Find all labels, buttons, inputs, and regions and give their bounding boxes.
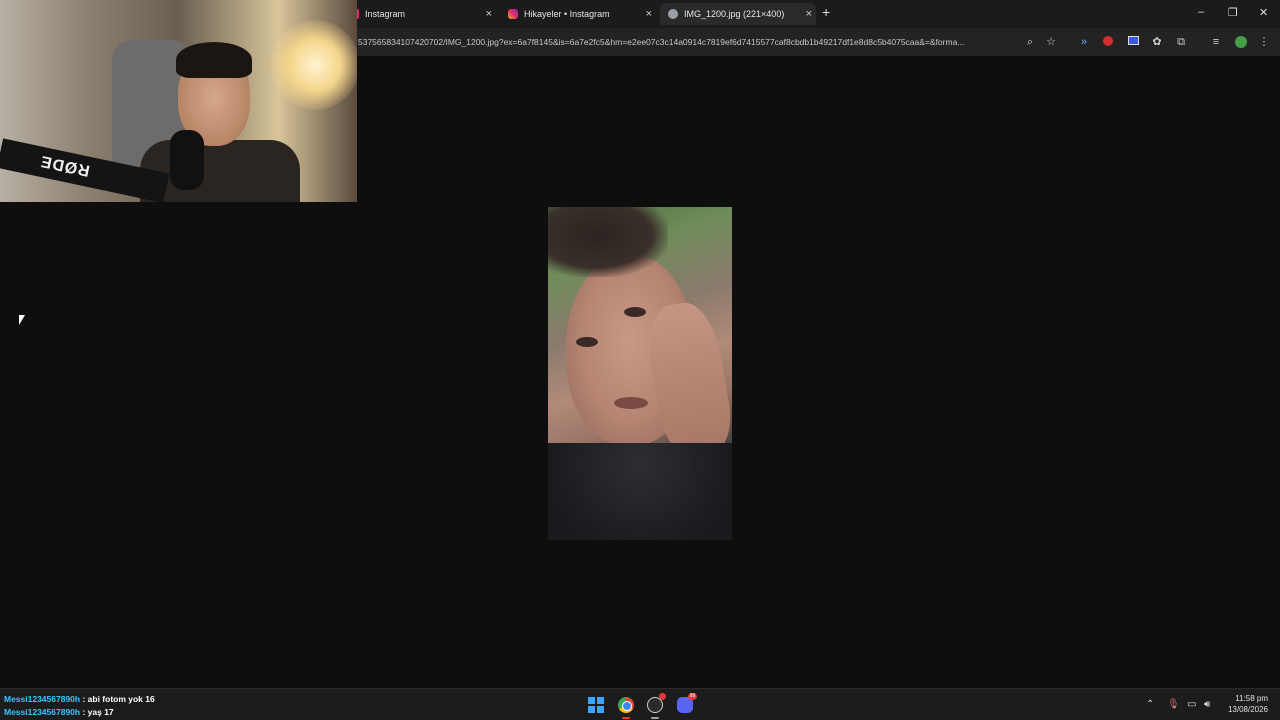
media-icon[interactable]: ≡: [1210, 36, 1222, 48]
chat-text: yaş 17: [87, 707, 114, 717]
chrome-icon[interactable]: [618, 697, 634, 713]
close-tab-icon[interactable]: ×: [646, 7, 652, 21]
globe-icon: [668, 9, 678, 19]
menu-icon[interactable]: ⋮: [1258, 36, 1270, 48]
tab-label: IMG_1200.jpg (221×400): [684, 9, 785, 19]
chat-username: Messi1234567890h: [4, 694, 81, 704]
windows-start-icon[interactable]: [588, 697, 604, 713]
address-bar[interactable]: 537565834107420702/IMG_1200.jpg?ex=6a7f8…: [358, 37, 1018, 47]
chat-separator: :: [80, 707, 88, 717]
close-tab-icon[interactable]: ×: [486, 7, 492, 21]
chat-username: Messi1234567890h: [4, 707, 81, 717]
zoom-icon[interactable]: ⌕: [1024, 36, 1036, 48]
active-app-indicator: [622, 717, 630, 719]
extension-icon[interactable]: »: [1078, 36, 1090, 48]
tab-hikayeler[interactable]: Hikayeler • Instagram ×: [508, 3, 656, 25]
screen: Instagram × Hikayeler • Instagram × IMG_…: [0, 0, 1280, 720]
stream-chat-overlay: Messi1234567890h : abi fotom yok 16 Mess…: [4, 693, 155, 719]
close-tab-icon[interactable]: ×: [806, 7, 812, 21]
webcam-overlay: RØDE: [0, 0, 357, 202]
tab-label: Instagram: [365, 9, 406, 19]
clock-time: 11:58 pm: [1235, 694, 1268, 703]
mouse-cursor-icon: [19, 315, 25, 325]
system-clock[interactable]: 11:58 pm 13/08/2026: [1228, 693, 1268, 715]
taskbar: 99 ⌃ 🎙︎ ▭ 🔊︎ 11:58 pm 13/08/2026: [0, 688, 1280, 720]
tab-instagram[interactable]: Instagram ×: [356, 3, 496, 25]
volume-icon[interactable]: 🔊︎: [1204, 699, 1210, 710]
tab-img-1200[interactable]: IMG_1200.jpg (221×400) ×: [660, 3, 816, 25]
new-tab-button[interactable]: +: [822, 4, 830, 20]
extension-icon[interactable]: ✿: [1151, 36, 1163, 48]
chat-message: Messi1234567890h : yaş 17: [4, 706, 155, 719]
chat-message: Messi1234567890h : abi fotom yok 16: [4, 693, 155, 706]
profile-icon[interactable]: [1235, 36, 1247, 48]
lamp-glow: [270, 20, 357, 110]
extension-icon[interactable]: [1127, 36, 1139, 48]
photo-eye: [624, 307, 646, 317]
displayed-image[interactable]: [548, 207, 732, 540]
microphone-icon[interactable]: 🎙︎: [1167, 699, 1180, 710]
notification-badge-icon: [659, 693, 666, 700]
tab-label: Hikayeler • Instagram: [524, 9, 610, 19]
streamer-hair: [176, 42, 252, 78]
microphone: [170, 130, 204, 190]
network-icon[interactable]: ▭: [1187, 699, 1196, 710]
chevron-up-icon[interactable]: ⌃: [1146, 699, 1154, 710]
extension-icon[interactable]: [1102, 36, 1114, 48]
running-app-indicator: [651, 717, 659, 719]
restore-button[interactable]: ❐: [1228, 6, 1238, 19]
photo-shirt: [548, 443, 732, 540]
photo-eye: [576, 337, 598, 347]
photo-hair: [548, 207, 668, 277]
chat-separator: :: [80, 694, 88, 704]
chat-text: abi fotom yok 16: [87, 694, 155, 704]
minimize-button[interactable]: –: [1198, 6, 1204, 18]
clock-date: 13/08/2026: [1227, 705, 1268, 714]
puzzle-icon[interactable]: ⧉: [1175, 36, 1187, 48]
photo-mouth: [614, 397, 648, 409]
close-window-button[interactable]: ✕: [1259, 6, 1268, 19]
bookmark-star-icon[interactable]: ☆: [1045, 36, 1057, 48]
discord-badge: 99: [688, 693, 697, 700]
instagram-icon: [508, 9, 518, 19]
